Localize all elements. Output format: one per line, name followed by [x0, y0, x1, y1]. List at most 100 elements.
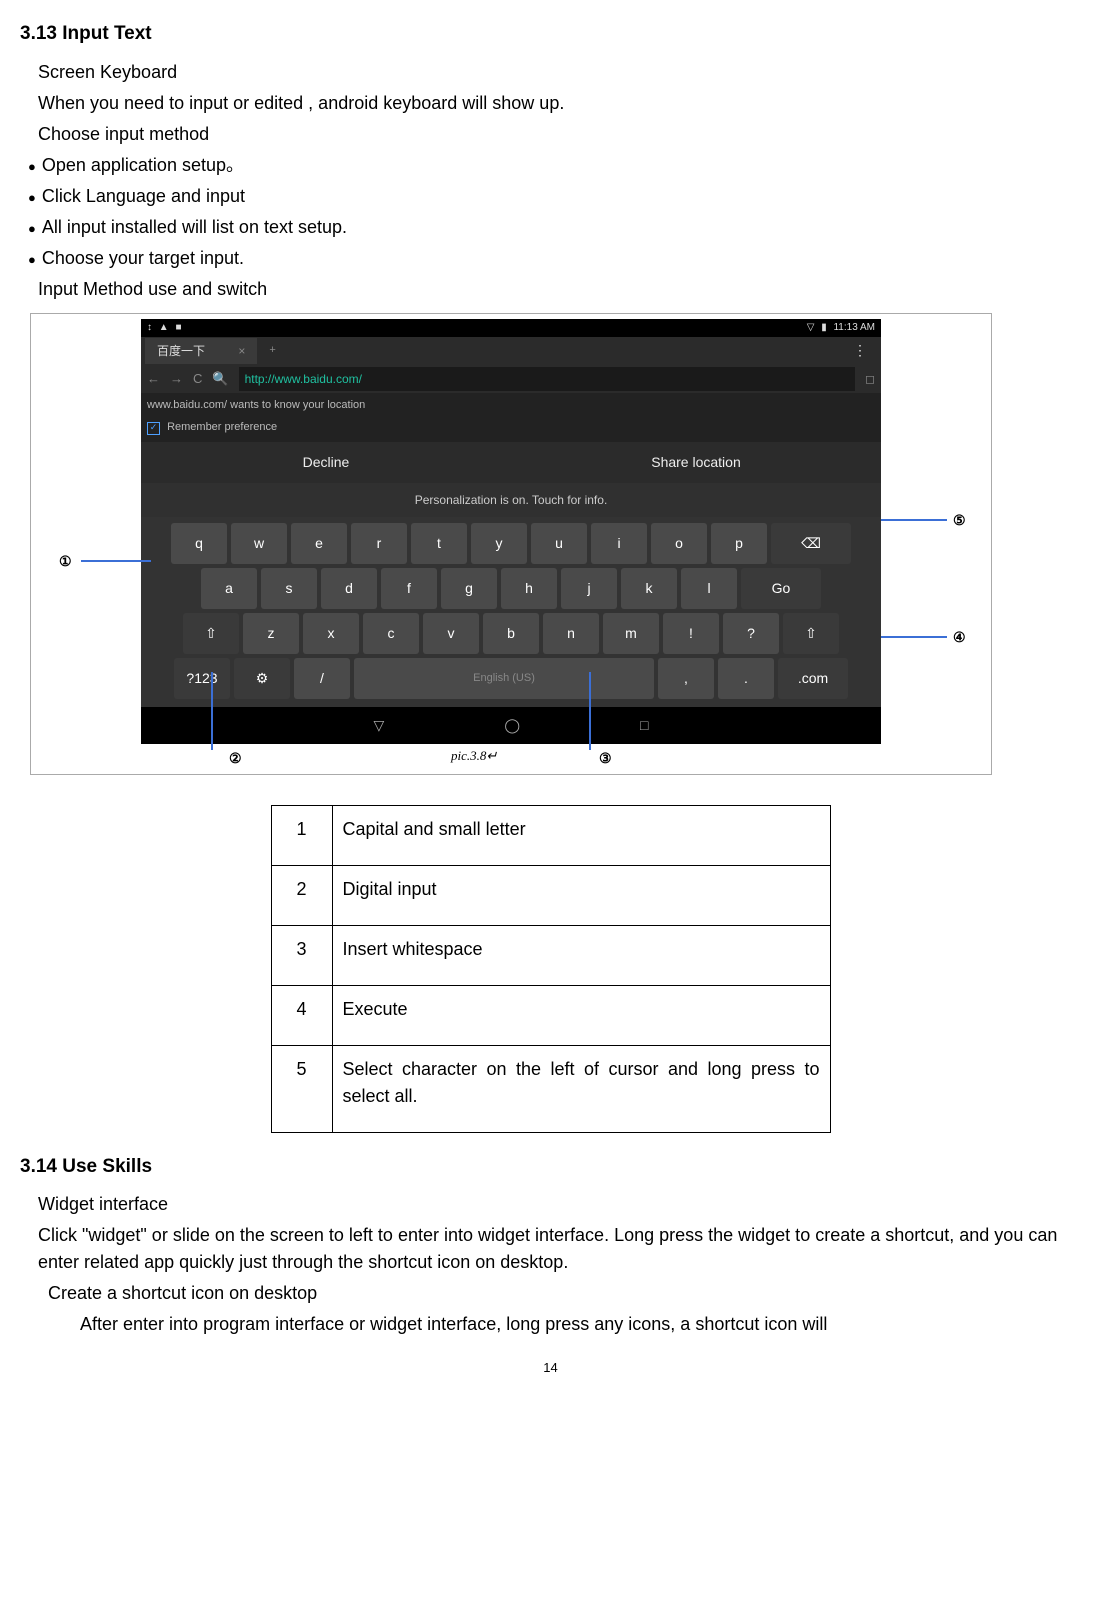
- status-time: 11:13 AM: [833, 322, 875, 333]
- url-text: http://www.baidu.com/: [245, 372, 362, 386]
- key-b[interactable]: b: [483, 613, 539, 654]
- key-settings[interactable]: ⚙: [234, 658, 290, 699]
- key-l[interactable]: l: [681, 568, 737, 609]
- table-row: 2 Digital input: [271, 865, 830, 925]
- battery-icon: ▮: [821, 322, 827, 333]
- status-left-icons: ↕ ▲ ■: [147, 320, 186, 335]
- status-bar: ↕ ▲ ■ ▽ ▮ 11:13 AM: [141, 319, 881, 337]
- url-field[interactable]: http://www.baidu.com/: [239, 367, 855, 391]
- url-bar: ← → C 🔍 http://www.baidu.com/ ◻: [141, 365, 881, 393]
- key-a[interactable]: a: [201, 568, 257, 609]
- status-sync-icon: ■: [175, 322, 181, 333]
- key-y[interactable]: y: [471, 523, 527, 564]
- key-w[interactable]: w: [231, 523, 287, 564]
- onscreen-keyboard: q w e r t y u i o p ⌫ a s d f g h: [141, 517, 881, 707]
- key-dotcom[interactable]: .com: [778, 658, 848, 699]
- key-dot[interactable]: .: [718, 658, 774, 699]
- bullet-choose-target: Choose your target input.: [28, 245, 1081, 272]
- keyboard-row-1: q w e r t y u i o p ⌫: [145, 523, 877, 564]
- para-widget-interface: Widget interface: [38, 1191, 1081, 1218]
- table-row: 4 Execute: [271, 985, 830, 1045]
- nav-back-icon[interactable]: ▽: [374, 715, 385, 736]
- key-shift-right[interactable]: ⇧: [783, 613, 839, 654]
- remember-checkbox-icon[interactable]: ✓: [147, 422, 160, 435]
- callout-2: ②: [229, 749, 242, 770]
- key-u[interactable]: u: [531, 523, 587, 564]
- callout-3: ③: [599, 749, 612, 770]
- lead-5: [881, 519, 947, 521]
- bullet-language-input: Click Language and input: [28, 183, 1081, 210]
- key-z[interactable]: z: [243, 613, 299, 654]
- location-action-bar: Decline Share location: [141, 442, 881, 483]
- keyboard-row-4: ?123 ⚙ / English (US) , . .com: [145, 658, 877, 699]
- table-row: 3 Insert whitespace: [271, 925, 830, 985]
- key-n[interactable]: n: [543, 613, 599, 654]
- browser-tab[interactable]: 百度一下 ×: [145, 338, 257, 364]
- key-t[interactable]: t: [411, 523, 467, 564]
- backspace-icon: ⌫: [801, 535, 821, 551]
- search-icon: 🔍: [212, 369, 228, 389]
- key-d[interactable]: d: [321, 568, 377, 609]
- key-go[interactable]: Go: [741, 568, 821, 609]
- key-shift-left[interactable]: ⇧: [183, 613, 239, 654]
- callout-1: ①: [59, 552, 72, 573]
- lead-3: [589, 672, 591, 750]
- bullet-all-input: All input installed will list on text se…: [28, 214, 1081, 241]
- bullet-open-setup: Open application setup。: [28, 152, 1081, 179]
- key-slash[interactable]: /: [294, 658, 350, 699]
- legend-desc: Insert whitespace: [332, 925, 830, 985]
- decline-button[interactable]: Decline: [141, 442, 511, 483]
- more-menu-icon[interactable]: ⋮: [843, 336, 877, 365]
- callout-4: ④: [953, 628, 966, 649]
- figure-caption: pic.3.8↵: [451, 746, 497, 766]
- key-g[interactable]: g: [441, 568, 497, 609]
- nav-home-icon[interactable]: ◯: [504, 715, 520, 736]
- tab-title: 百度一下: [157, 344, 205, 358]
- forward-icon[interactable]: →: [170, 369, 183, 389]
- key-k[interactable]: k: [621, 568, 677, 609]
- key-j[interactable]: j: [561, 568, 617, 609]
- key-backspace[interactable]: ⌫: [771, 523, 851, 564]
- para-choose-method: Choose input method: [38, 121, 1081, 148]
- key-v[interactable]: v: [423, 613, 479, 654]
- key-q[interactable]: q: [171, 523, 227, 564]
- legend-num: 3: [271, 925, 332, 985]
- key-e[interactable]: e: [291, 523, 347, 564]
- legend-num: 1: [271, 805, 332, 865]
- legend-desc: Capital and small letter: [332, 805, 830, 865]
- key-h[interactable]: h: [501, 568, 557, 609]
- key-s[interactable]: s: [261, 568, 317, 609]
- remember-pref-row[interactable]: ✓ Remember preference: [141, 417, 881, 442]
- back-icon[interactable]: ←: [147, 369, 160, 389]
- table-row: 5 Select character on the left of cursor…: [271, 1045, 830, 1132]
- key-m[interactable]: m: [603, 613, 659, 654]
- key-exclaim[interactable]: !: [663, 613, 719, 654]
- key-r[interactable]: r: [351, 523, 407, 564]
- key-comma[interactable]: ,: [658, 658, 714, 699]
- key-spacebar[interactable]: English (US): [354, 658, 654, 699]
- gear-icon: ⚙: [256, 670, 269, 686]
- remember-pref-label: Remember preference: [167, 421, 277, 433]
- new-tab-button[interactable]: +: [259, 338, 285, 363]
- android-nav-bar: ▽ ◯ □: [141, 707, 881, 744]
- share-location-button[interactable]: Share location: [511, 442, 881, 483]
- key-numeric-mode[interactable]: ?123: [174, 658, 230, 699]
- status-person-icon: ▲: [159, 322, 169, 333]
- key-o[interactable]: o: [651, 523, 707, 564]
- key-i[interactable]: i: [591, 523, 647, 564]
- key-x[interactable]: x: [303, 613, 359, 654]
- tab-close-icon[interactable]: ×: [238, 344, 245, 358]
- shift-icon: ⇧: [805, 625, 817, 641]
- personalization-banner[interactable]: Personalization is on. Touch for info.: [141, 483, 881, 517]
- nav-recent-icon[interactable]: □: [640, 715, 648, 736]
- key-p[interactable]: p: [711, 523, 767, 564]
- para-after-enter: After enter into program interface or wi…: [80, 1311, 1081, 1338]
- key-f[interactable]: f: [381, 568, 437, 609]
- bookmark-icon[interactable]: ◻: [865, 370, 875, 388]
- keyboard-row-2: a s d f g h j k l Go: [145, 568, 877, 609]
- key-c[interactable]: c: [363, 613, 419, 654]
- keyboard-row-3: ⇧ z x c v b n m ! ? ⇧: [145, 613, 877, 654]
- key-question[interactable]: ?: [723, 613, 779, 654]
- reload-icon[interactable]: C: [193, 369, 202, 389]
- status-arrow-icon: ↕: [147, 322, 152, 333]
